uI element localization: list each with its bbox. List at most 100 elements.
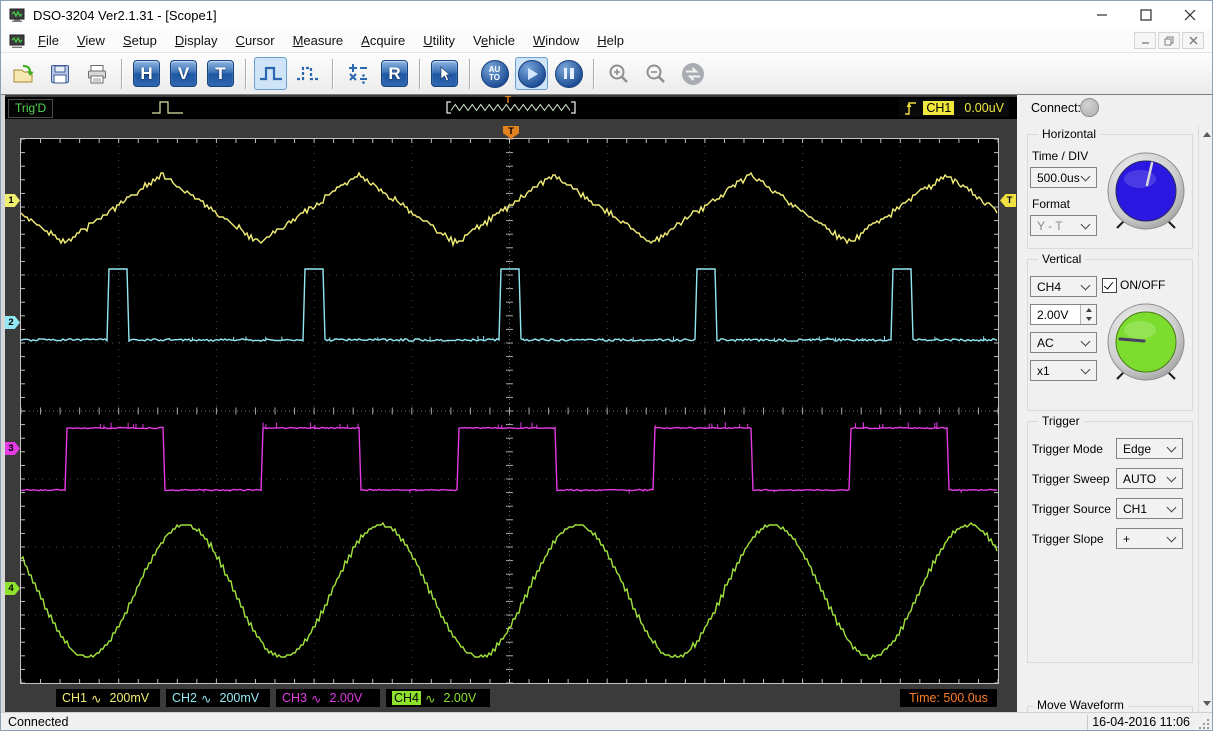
vertical-knob[interactable] — [1104, 299, 1188, 387]
chevron-down-icon — [1166, 442, 1177, 452]
autoset-button[interactable]: AU TO — [478, 57, 511, 90]
scroll-up-icon[interactable] — [1199, 126, 1212, 143]
run-button[interactable] — [515, 57, 548, 90]
stepper-up-icon[interactable] — [1081, 305, 1096, 315]
preview-trigger-marker: T — [505, 95, 512, 106]
menu-display[interactable]: Display — [166, 33, 227, 48]
toolbar-separator — [419, 58, 420, 89]
statusbar-separator — [1087, 715, 1088, 730]
rising-edge-icon — [905, 102, 917, 115]
trigger-sweep-select[interactable]: AUTO — [1116, 468, 1183, 489]
mdi-restore-icon — [1164, 36, 1174, 45]
math-operators-icon — [348, 63, 367, 84]
trigger-slope-select[interactable]: + — [1116, 528, 1183, 549]
waveform-dotted-mode-button[interactable] — [291, 57, 324, 90]
save-button[interactable] — [43, 57, 76, 90]
stepper-down-icon[interactable] — [1081, 314, 1096, 324]
menu-bar: File View Setup Display Cursor Measure Acquire… — [1, 29, 1212, 53]
sine-coupling-icon: ∿ — [201, 691, 212, 706]
application-window: DSO-3204 Ver2.1.31 - [Scope1] File View Se… — [0, 0, 1213, 731]
mdi-restore-button[interactable] — [1158, 32, 1180, 49]
time-div-select[interactable]: 500.0us — [1030, 167, 1097, 188]
t-button-label: T — [207, 60, 234, 87]
horizontal-setup-button[interactable]: H — [130, 57, 163, 90]
refresh-button[interactable] — [676, 57, 709, 90]
sine-coupling-icon: ∿ — [311, 691, 322, 706]
maximize-button[interactable] — [1124, 1, 1168, 29]
channel-label-ch2[interactable]: CH2 ∿ 200mV — [166, 689, 270, 707]
connection-status: Connected — [8, 715, 69, 729]
trigger-level-value: 0.00uV — [964, 101, 1004, 115]
coupling-select[interactable]: AC — [1030, 332, 1097, 353]
trigger-source-select[interactable]: CH1 — [1116, 498, 1183, 519]
time-div-label: Time / DIV — [1032, 149, 1089, 163]
mdi-close-icon — [1189, 36, 1197, 45]
horizontal-group-title: Horizontal — [1038, 127, 1101, 141]
probe-select[interactable]: x1 — [1030, 360, 1097, 381]
datetime-label: 16-04-2016 11:06 — [1092, 715, 1190, 729]
menu-help[interactable]: Help — [588, 33, 633, 48]
trigger-slope-label: Trigger Slope — [1032, 532, 1104, 546]
scroll-down-icon[interactable] — [1199, 695, 1212, 712]
sine-coupling-icon: ∿ — [91, 691, 102, 706]
menu-view[interactable]: View — [68, 33, 114, 48]
resize-grip[interactable] — [1198, 718, 1209, 729]
math-button[interactable] — [341, 57, 374, 90]
channel-select[interactable]: CH4 — [1030, 276, 1097, 297]
panel-scrollbar[interactable] — [1198, 126, 1212, 712]
chevron-down-icon — [1080, 219, 1091, 229]
play-icon — [517, 59, 546, 88]
open-button[interactable] — [6, 57, 39, 90]
scope-header-bar: Trig'D T CH1 0.00uV — [5, 95, 1017, 119]
h-button-label: H — [133, 60, 160, 87]
pulse-dotted-icon — [296, 66, 319, 80]
channel-label-ch1[interactable]: CH1 ∿ 200mV — [56, 689, 160, 707]
menu-window[interactable]: Window — [524, 33, 588, 48]
auto-circle-icon: AU TO — [480, 59, 509, 88]
zoom-in-button[interactable] — [602, 57, 635, 90]
menu-acquire[interactable]: Acquire — [352, 33, 414, 48]
minimize-button[interactable] — [1080, 1, 1124, 29]
menu-utility[interactable]: Utility — [414, 33, 464, 48]
trigger-readout: CH1 0.00uV — [899, 99, 1009, 117]
menu-items: File View Setup Display Cursor Measure Acquire… — [29, 32, 633, 50]
menu-cursor[interactable]: Cursor — [227, 33, 284, 48]
channel-onoff-checkbox[interactable] — [1102, 278, 1117, 293]
print-button[interactable] — [80, 57, 113, 90]
menu-measure[interactable]: Measure — [284, 33, 353, 48]
chevron-down-icon — [1166, 472, 1177, 482]
reference-button[interactable]: R — [378, 57, 411, 90]
magnifier-plus-icon — [609, 64, 628, 83]
connect-indicator[interactable] — [1080, 98, 1099, 117]
waveform-mode-button[interactable] — [254, 57, 287, 90]
channel-label-ch4[interactable]: CH4 ∿ 2.00V — [386, 689, 490, 707]
volts-div-stepper[interactable]: 2.00V — [1030, 304, 1097, 325]
horizontal-knob[interactable] — [1104, 148, 1188, 236]
titlebar: DSO-3204 Ver2.1.31 - [Scope1] — [1, 1, 1212, 29]
close-button[interactable] — [1168, 1, 1212, 29]
channel-label-ch3[interactable]: CH3 ∿ 2.00V — [276, 689, 380, 707]
trigger-mode-select[interactable]: Edge — [1116, 438, 1183, 459]
toolbar-separator — [593, 58, 594, 89]
trigger-status-badge: Trig'D — [8, 99, 54, 118]
mdi-close-button[interactable] — [1182, 32, 1204, 49]
document-icon — [9, 34, 25, 48]
format-select[interactable]: Y - T — [1030, 215, 1097, 236]
pause-button[interactable] — [552, 57, 585, 90]
chevron-down-icon — [1080, 280, 1091, 290]
close-icon — [1184, 9, 1196, 21]
trigger-setup-button[interactable]: T — [204, 57, 237, 90]
mdi-minimize-button[interactable] — [1134, 32, 1156, 49]
trigger-group: Trigger Trigger Mode Edge Trigger Sweep … — [1027, 414, 1193, 663]
move-waveform-label: Move Waveform — [1033, 698, 1128, 712]
maximize-icon — [1140, 9, 1152, 21]
menu-file[interactable]: File — [29, 33, 68, 48]
zoom-out-button[interactable] — [639, 57, 672, 90]
pulse-icon — [259, 66, 282, 80]
cursor-tool-button[interactable] — [428, 57, 461, 90]
menu-setup[interactable]: Setup — [114, 33, 166, 48]
vertical-setup-button[interactable]: V — [167, 57, 200, 90]
printer-icon — [87, 64, 106, 83]
horizontal-group: Horizontal Time / DIV 500.0us Format Y -… — [1027, 127, 1193, 249]
menu-vehicle[interactable]: Vehicle — [464, 33, 524, 48]
